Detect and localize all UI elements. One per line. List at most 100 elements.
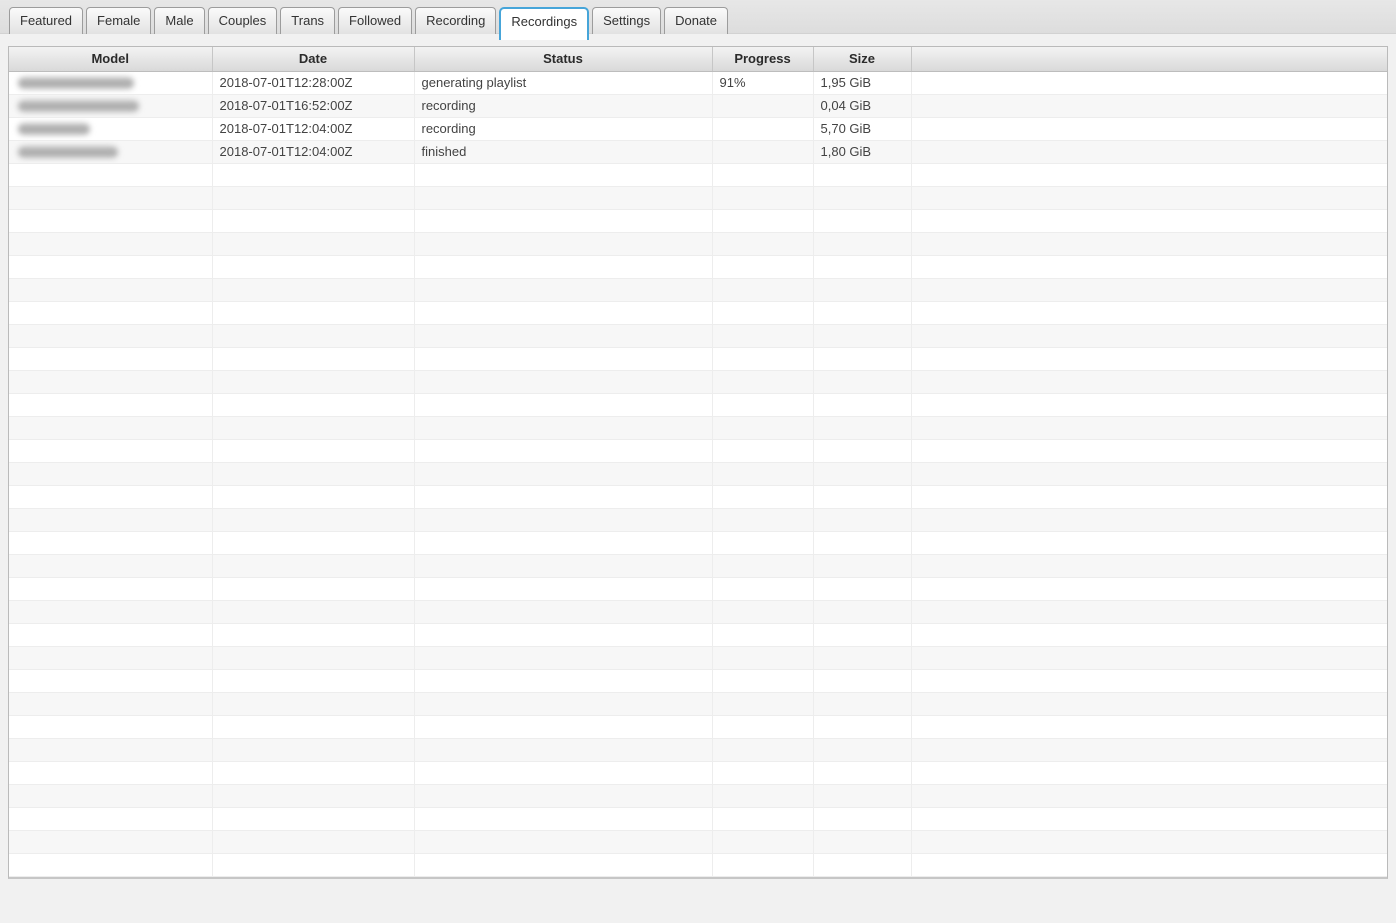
empty-cell <box>712 807 813 830</box>
empty-cell <box>813 278 911 301</box>
tab-recording[interactable]: Recording <box>415 7 496 34</box>
cell-size: 1,80 GiB <box>813 140 911 163</box>
tab-featured[interactable]: Featured <box>9 7 83 34</box>
empty-cell <box>712 393 813 416</box>
empty-row <box>9 255 1387 278</box>
empty-row <box>9 163 1387 186</box>
column-header-extra[interactable] <box>911 47 1387 71</box>
empty-cell <box>414 577 712 600</box>
empty-cell <box>712 554 813 577</box>
empty-cell <box>414 600 712 623</box>
empty-cell <box>712 669 813 692</box>
empty-cell <box>712 347 813 370</box>
cell-extra <box>911 140 1387 163</box>
empty-cell <box>813 393 911 416</box>
cell-size: 1,95 GiB <box>813 71 911 94</box>
empty-cell <box>813 807 911 830</box>
empty-cell <box>712 301 813 324</box>
recording-row[interactable]: 2018-07-01T12:04:00Zfinished1,80 GiB <box>9 140 1387 163</box>
tab-followed[interactable]: Followed <box>338 7 412 34</box>
empty-cell <box>212 347 414 370</box>
empty-cell <box>813 232 911 255</box>
empty-cell <box>414 761 712 784</box>
column-header-status[interactable]: Status <box>414 47 712 71</box>
empty-cell <box>712 623 813 646</box>
empty-cell <box>9 255 212 278</box>
empty-cell <box>911 531 1387 554</box>
empty-cell <box>712 830 813 853</box>
empty-cell <box>212 761 414 784</box>
empty-cell <box>9 830 212 853</box>
cell-model <box>9 117 212 140</box>
empty-cell <box>712 439 813 462</box>
empty-cell <box>212 554 414 577</box>
empty-cell <box>813 554 911 577</box>
cell-status: recording <box>414 117 712 140</box>
empty-row <box>9 577 1387 600</box>
empty-cell <box>414 255 712 278</box>
column-header-size[interactable]: Size <box>813 47 911 71</box>
empty-cell <box>712 186 813 209</box>
empty-cell <box>813 508 911 531</box>
tab-female[interactable]: Female <box>86 7 151 34</box>
empty-row <box>9 416 1387 439</box>
column-header-model[interactable]: Model <box>9 47 212 71</box>
empty-row <box>9 830 1387 853</box>
empty-cell <box>911 232 1387 255</box>
empty-cell <box>414 485 712 508</box>
column-header-date[interactable]: Date <box>212 47 414 71</box>
empty-cell <box>9 416 212 439</box>
model-name-redacted <box>18 77 134 89</box>
empty-cell <box>212 715 414 738</box>
empty-cell <box>9 807 212 830</box>
empty-cell <box>911 692 1387 715</box>
empty-cell <box>212 600 414 623</box>
empty-cell <box>414 324 712 347</box>
empty-cell <box>911 324 1387 347</box>
empty-cell <box>414 462 712 485</box>
recording-row[interactable]: 2018-07-01T16:52:00Zrecording0,04 GiB <box>9 94 1387 117</box>
tab-couples[interactable]: Couples <box>208 7 278 34</box>
empty-cell <box>9 738 212 761</box>
cell-extra <box>911 94 1387 117</box>
tab-donate[interactable]: Donate <box>664 7 728 34</box>
empty-cell <box>414 370 712 393</box>
tab-trans[interactable]: Trans <box>280 7 335 34</box>
empty-cell <box>414 186 712 209</box>
empty-cell <box>813 761 911 784</box>
empty-cell <box>9 692 212 715</box>
empty-cell <box>212 807 414 830</box>
empty-cell <box>911 577 1387 600</box>
empty-cell <box>212 531 414 554</box>
empty-cell <box>9 623 212 646</box>
empty-cell <box>911 830 1387 853</box>
recording-row[interactable]: 2018-07-01T12:28:00Zgenerating playlist9… <box>9 71 1387 94</box>
empty-row <box>9 531 1387 554</box>
empty-cell <box>911 301 1387 324</box>
empty-cell <box>813 439 911 462</box>
empty-cell <box>712 853 813 876</box>
empty-cell <box>212 255 414 278</box>
empty-cell <box>212 462 414 485</box>
empty-row <box>9 715 1387 738</box>
empty-cell <box>813 646 911 669</box>
empty-cell <box>911 554 1387 577</box>
empty-cell <box>813 347 911 370</box>
empty-cell <box>414 347 712 370</box>
empty-row <box>9 485 1387 508</box>
empty-cell <box>712 324 813 347</box>
empty-cell <box>911 508 1387 531</box>
cell-progress <box>712 140 813 163</box>
recording-row[interactable]: 2018-07-01T12:04:00Zrecording5,70 GiB <box>9 117 1387 140</box>
column-header-progress[interactable]: Progress <box>712 47 813 71</box>
tab-male[interactable]: Male <box>154 7 204 34</box>
empty-cell <box>712 278 813 301</box>
empty-cell <box>813 669 911 692</box>
cell-progress <box>712 117 813 140</box>
empty-cell <box>813 416 911 439</box>
empty-cell <box>813 738 911 761</box>
cell-progress <box>712 94 813 117</box>
tab-recordings[interactable]: Recordings <box>499 7 589 40</box>
empty-cell <box>9 577 212 600</box>
tab-settings[interactable]: Settings <box>592 7 661 34</box>
